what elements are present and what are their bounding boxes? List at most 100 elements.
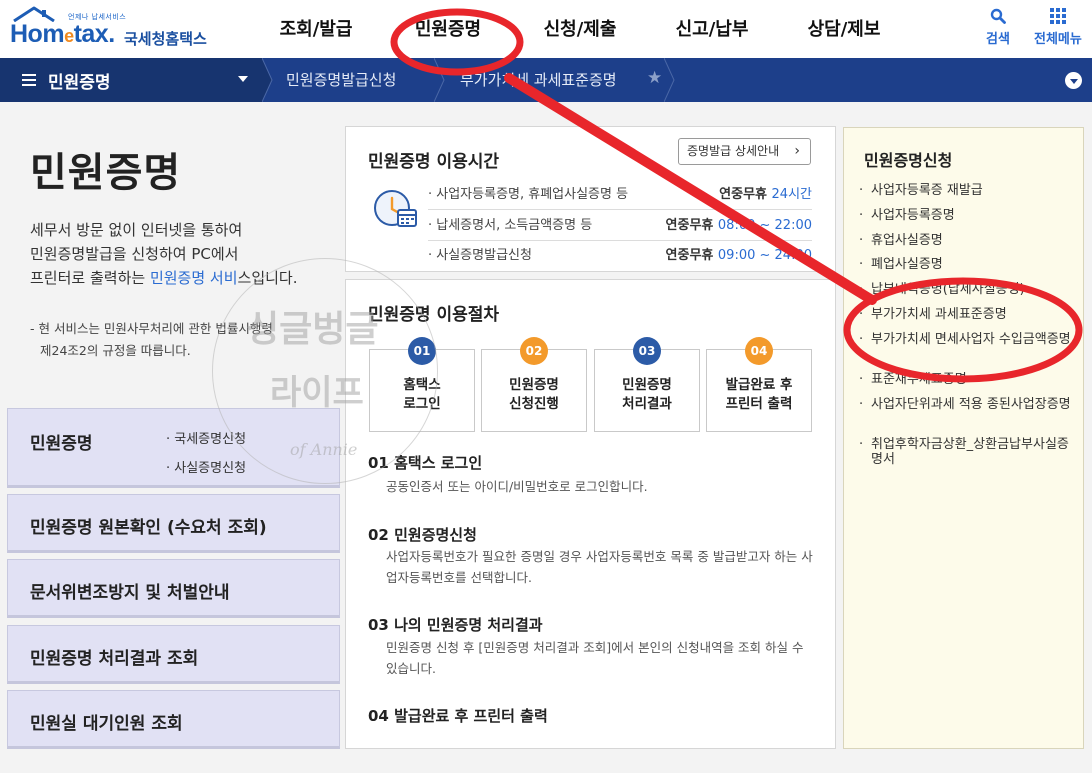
cert-link-label: 취업후학자금상환_상환금납부사실증명서	[871, 437, 1069, 467]
step-label: 민원증명	[509, 377, 559, 393]
search-label: 검색	[986, 32, 1010, 47]
usage-time-row: 사업자등록증명, 휴폐업사실증명 등 연중무휴 24시간	[428, 179, 812, 210]
step-label: 발급완료 후	[725, 377, 793, 393]
gnb-item-filing[interactable]: 신고/납부	[646, 0, 778, 58]
detail-guide-button[interactable]: 증명발급 상세안내 ›	[678, 138, 811, 165]
usage-row-name: 사업자등록증명, 휴폐업사실증명 등	[428, 179, 628, 210]
step-number-badge: 03	[633, 337, 661, 365]
procedure-description: 사업자등록번호가 필요한 증명일 경우 사업자등록번호 목록 중 발급받고자 하…	[386, 549, 813, 585]
step-number-badge: 02	[520, 337, 548, 365]
top-header: 언제나 납세서비스 Hometax. 국세청홈택스 조회/발급 민원증명 신청/…	[0, 0, 1092, 58]
gnb-item-certificates[interactable]: 민원증명	[382, 0, 514, 58]
step-label: 민원증명	[622, 377, 672, 393]
usage-row-hours: 08:00 ~ 22:00	[717, 218, 812, 233]
cert-link-suspension[interactable]: · 휴업사실증명	[859, 233, 1074, 248]
grid-menu-icon	[1049, 4, 1066, 28]
procedure-heading: 02 민원증명신청	[368, 526, 477, 544]
usage-row-value: 연중무휴 09:00 ~ 24:00	[666, 240, 812, 271]
cert-link-reissue[interactable]: · 사업자등록증 재발급	[859, 183, 1074, 198]
cert-link-label: 사업자등록증명	[871, 208, 955, 223]
page-description-line: 세무서 방문 없이 인터넷을 통하여	[30, 221, 243, 239]
left-nav-forgery-prevention[interactable]: 문서위변조방지 및 처벌안내	[7, 559, 340, 618]
usage-time-row: 사실증명발급신청 연중무휴 09:00 ~ 24:00	[428, 240, 812, 271]
logo-brand-part: Hom	[10, 20, 65, 48]
legal-note-line: - 현 서비스는 민원사무처리에 관한 법률시행령	[30, 321, 273, 336]
cert-link-label: 사업자등록증 재발급	[871, 183, 983, 198]
breadcrumb-separator	[434, 58, 445, 102]
step-label: 홈택스	[403, 377, 441, 393]
left-nav-title: 민원증명	[30, 434, 93, 454]
desc-highlight: 민원증명 서비	[149, 269, 238, 287]
usage-row-value: 연중무휴 08:00 ~ 22:00	[666, 210, 812, 241]
legal-note-line: 제24조2의 규정을 따릅니다.	[40, 343, 191, 358]
usage-row-prefix: 연중무휴	[719, 187, 772, 202]
breadcrumb-bar: 민원증명 민원증명발급신청 부가가치세 과세표준증명 ★	[0, 58, 1092, 102]
main-menu-dropdown[interactable]: 민원증명	[0, 58, 262, 102]
chevron-right-icon: ›	[794, 143, 800, 159]
full-menu-label: 전체메뉴	[1034, 32, 1082, 47]
breadcrumb-separator	[664, 58, 675, 102]
left-nav-waiting-count[interactable]: 민원실 대기인원 조회	[7, 690, 340, 749]
usage-row-name: 사실증명발급신청	[428, 240, 532, 271]
page-description: 세무서 방문 없이 인터넷을 통하여 민원증명발급을 신청하여 PC에서 프린터…	[30, 218, 330, 290]
detail-guide-label: 증명발급 상세안내	[687, 144, 780, 158]
left-nav-original-check[interactable]: 민원증명 원본확인 (수요처 조회)	[7, 494, 340, 553]
procedure-title: 민원증명 이용절차	[368, 305, 500, 325]
logo-brand: Hometax.	[10, 20, 115, 49]
cert-link-vat-tax-base[interactable]: · 부가가치세 과세표준증명	[859, 307, 1074, 322]
procedure-description: 민원증명 신청 후 [민원증명 처리결과 조회]에서 본인의 신청내역을 조회 …	[386, 640, 804, 676]
gnb-item-inquiry[interactable]: 조회/발급	[250, 0, 382, 58]
clock-calendar-icon	[374, 190, 417, 227]
cert-link-financial-statement[interactable]: · 표준재무제표증명	[859, 372, 1074, 387]
gnb-item-application[interactable]: 신청/제출	[514, 0, 646, 58]
usage-row-value: 연중무휴 24시간	[719, 179, 812, 210]
gnb-item-consulting[interactable]: 상담/제보	[778, 0, 910, 58]
usage-row-prefix: 연중무휴	[665, 218, 718, 233]
desc-text: 스입니다.	[237, 269, 298, 287]
cert-link-closure[interactable]: · 폐업사실증명	[859, 257, 1074, 272]
usage-row-hours: 09:00 ~ 24:00	[717, 248, 812, 263]
breadcrumb-item-application[interactable]: 민원증명발급신청	[286, 58, 396, 102]
search-button[interactable]: 검색	[986, 4, 1010, 47]
caret-down-icon	[238, 76, 248, 82]
right-panel-title: 민원증명신청	[864, 151, 953, 170]
step-label: 처리결과	[622, 396, 672, 412]
star-icon[interactable]: ★	[647, 68, 662, 88]
cert-link-payment-history[interactable]: · 납부내역증명(납세사실증명)	[859, 282, 1074, 297]
procedure-heading: 04 발급완료 후 프린터 출력	[368, 707, 548, 725]
cert-link-label: 납부내역증명(납세사실증명)	[871, 282, 1025, 297]
left-nav-certificates[interactable]: 민원증명 국세증명신청 사실증명신청	[7, 408, 340, 488]
left-nav-title: 민원증명 원본확인 (수요처 조회)	[30, 518, 267, 538]
left-nav-sub-fact[interactable]: 사실증명신청	[166, 454, 246, 483]
cert-link-student-loan[interactable]: · 취업후학자금상환_상환금납부사실증명서	[859, 437, 1074, 467]
usage-row-name: 납세증명서, 소득금액증명 등	[428, 210, 592, 241]
usage-time-row: 납세증명서, 소득금액증명 등 연중무휴 08:00 ~ 22:00	[428, 210, 812, 241]
left-nav-title: 민원실 대기인원 조회	[30, 714, 183, 734]
breadcrumb-item-current[interactable]: 부가가치세 과세표준증명	[460, 58, 617, 102]
step-label: 로그인	[403, 396, 441, 412]
page-description-line: 민원증명발급을 신청하여 PC에서	[30, 245, 239, 263]
left-nav-sub-national-tax[interactable]: 국세증명신청	[166, 425, 246, 454]
page-title: 민원증명	[30, 150, 182, 196]
step-label: 프린터 출력	[725, 396, 793, 412]
procedure-heading: 01 홈택스 로그인	[368, 454, 483, 472]
logo-korean-name: 국세청홈택스	[124, 30, 207, 48]
desc-text: 프린터로 출력하는	[30, 269, 150, 287]
full-menu-button[interactable]: 전체메뉴	[1034, 4, 1082, 47]
hometax-logo[interactable]: 언제나 납세서비스 Hometax. 국세청홈택스	[6, 6, 216, 50]
usage-time-title: 민원증명 이용시간	[368, 152, 500, 172]
search-icon	[990, 4, 1006, 28]
cert-link-vat-exempt-income[interactable]: · 부가가치세 면세사업자 수입금액증명	[859, 332, 1074, 347]
hamburger-icon	[22, 74, 36, 86]
usage-row-hours: 24시간	[771, 187, 812, 202]
left-nav-sublist: 국세증명신청 사실증명신청	[166, 425, 246, 483]
procedure-heading: 03 나의 민원증명 처리결과	[368, 616, 543, 634]
cert-link-label: 사업자단위과세 적용 종된사업장증명	[871, 397, 1071, 412]
circle-down-icon[interactable]	[1065, 72, 1082, 89]
left-nav-result-inquiry[interactable]: 민원증명 처리결과 조회	[7, 625, 340, 684]
step-number-badge: 04	[745, 337, 773, 365]
cert-link-unit-taxation[interactable]: · 사업자단위과세 적용 종된사업장증명	[859, 397, 1074, 412]
cert-link-label: 표준재무제표증명	[871, 372, 967, 387]
step-number-badge: 01	[408, 337, 436, 365]
cert-link-business-registration[interactable]: · 사업자등록증명	[859, 208, 1074, 223]
